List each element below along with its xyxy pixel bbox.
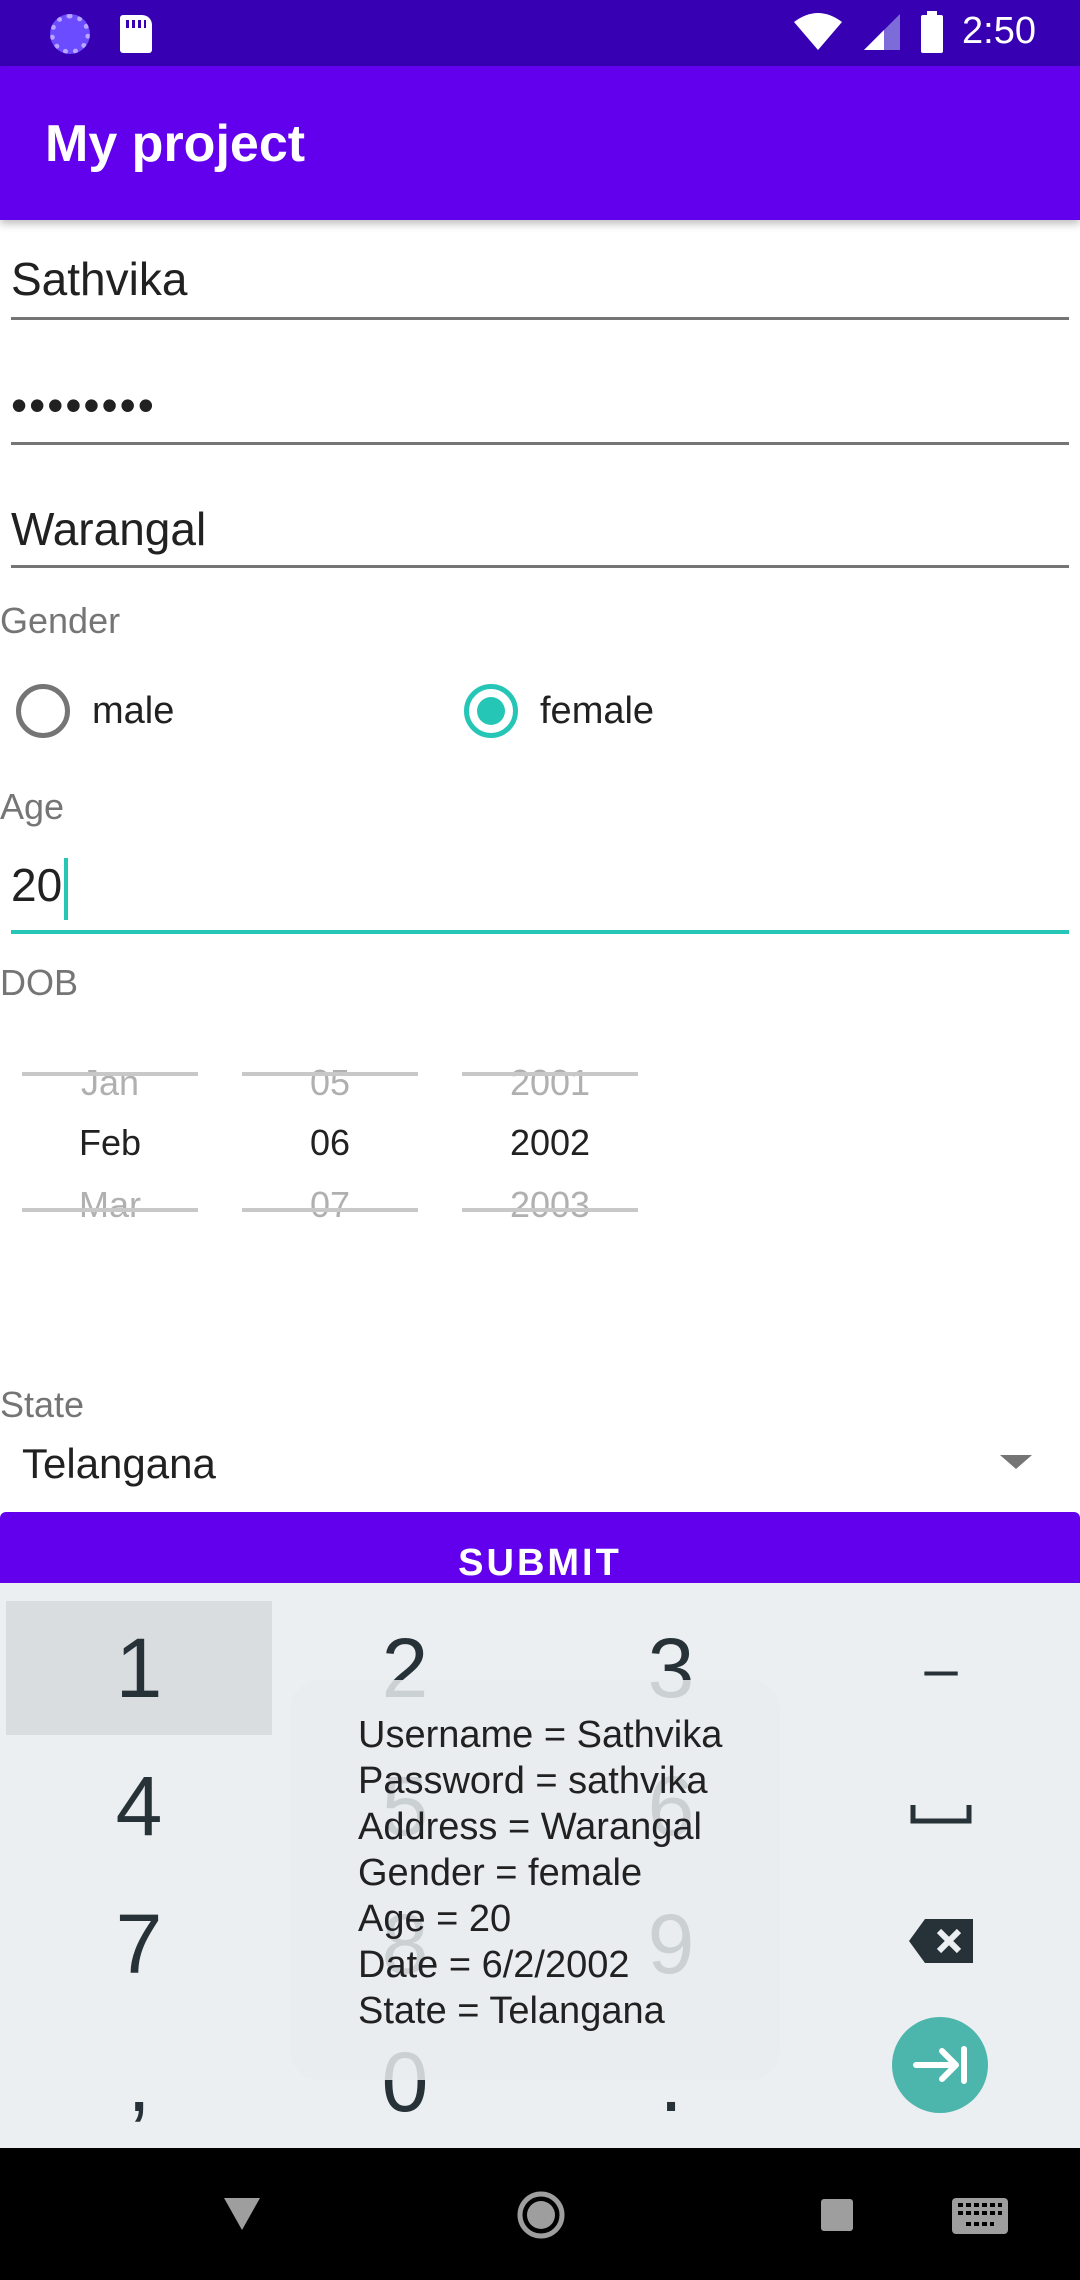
loading-notification-icon [50,14,90,54]
picker-current-value: Feb [78,1122,142,1163]
picker-divider [462,1208,638,1212]
radio-unchecked-icon [16,684,70,738]
picker-next-value: 07 [309,1184,351,1225]
app-bar: My project [0,66,1080,220]
username-field[interactable]: Sathvika [11,248,1069,320]
text-cursor [64,858,69,920]
picker-current-value: 06 [309,1122,351,1163]
status-bar: 2:50 [0,0,1080,66]
picker-divider [22,1072,198,1076]
age-label: Age [0,786,65,827]
app-title: My project [45,115,306,173]
navigation-bar [0,2148,1080,2280]
gender-radio-male-label: male [92,689,175,732]
state-label: State [0,1384,85,1425]
picker-next-value: Mar [79,1184,141,1225]
key-backspace[interactable] [808,1877,1074,2011]
recents-icon[interactable] [820,2198,854,2237]
dropdown-arrow-icon[interactable] [1000,1455,1032,1469]
backspace-icon [907,1910,975,1979]
key-comma[interactable]: , [6,2015,272,2149]
key-minus[interactable]: – [808,1601,1074,1735]
picker-divider [242,1072,418,1076]
picker-next-value: 2003 [509,1184,591,1225]
age-value: 20 [11,859,63,912]
gender-radio-female-label: female [540,689,655,732]
age-field[interactable]: 20 [11,856,1069,934]
wifi-icon [792,12,844,52]
address-field[interactable]: Warangal [11,496,1069,568]
toast-address-line: Address = Warangal [358,1806,702,1848]
cell-signal-icon [862,12,902,52]
system-icons: 2:50 [792,10,1036,53]
keyboard-switch-icon[interactable] [952,2198,1008,2239]
key-4[interactable]: 4 [6,1739,272,1873]
space-icon [910,1772,972,1841]
tab-arrow-icon [892,2046,988,2117]
picker-divider [242,1208,418,1212]
key-space[interactable] [808,1739,1074,1873]
toast-age-line: Age = 20 [358,1898,512,1940]
toast-date-line: Date = 6/2/2002 [358,1944,630,1986]
dob-month-picker[interactable]: Jan Feb Mar [22,1060,198,1230]
next-tab-key[interactable] [892,2017,988,2113]
picker-prev-value: Jan [80,1062,140,1103]
sd-card-icon [120,15,152,53]
password-field[interactable]: •••••••• [11,372,1069,445]
dob-year-picker[interactable]: 2001 2002 2003 [462,1060,638,1230]
picker-divider [462,1072,638,1076]
toast-username-line: Username = Sathvika [358,1714,723,1756]
key-1[interactable]: 1 [6,1601,272,1735]
toast-password-line: Password = sathvika [358,1760,708,1802]
toast-state-line: State = Telangana [358,1990,665,2032]
battery-icon [920,10,944,53]
picker-prev-value: 2001 [509,1062,591,1103]
toast-message: Username = Sathvika Password = sathvika … [290,1680,780,2080]
notification-icons [50,14,152,54]
gender-label: Gender [0,600,121,641]
dob-day-picker[interactable]: 05 06 07 [242,1060,418,1230]
picker-divider [22,1208,198,1212]
radio-checked-icon [464,684,518,738]
gender-radio-female[interactable]: female [464,684,654,738]
picker-current-value: 2002 [509,1122,591,1163]
picker-prev-value: 05 [309,1062,351,1103]
home-icon[interactable] [516,2190,566,2245]
gender-radio-male[interactable]: male [16,684,174,738]
toast-gender-line: Gender = female [358,1852,643,1894]
key-7[interactable]: 7 [6,1877,272,2011]
clock: 2:50 [962,10,1036,52]
back-icon[interactable] [222,2196,262,2237]
state-spinner[interactable]: Telangana [22,1440,216,1488]
dob-label: DOB [0,962,79,1003]
